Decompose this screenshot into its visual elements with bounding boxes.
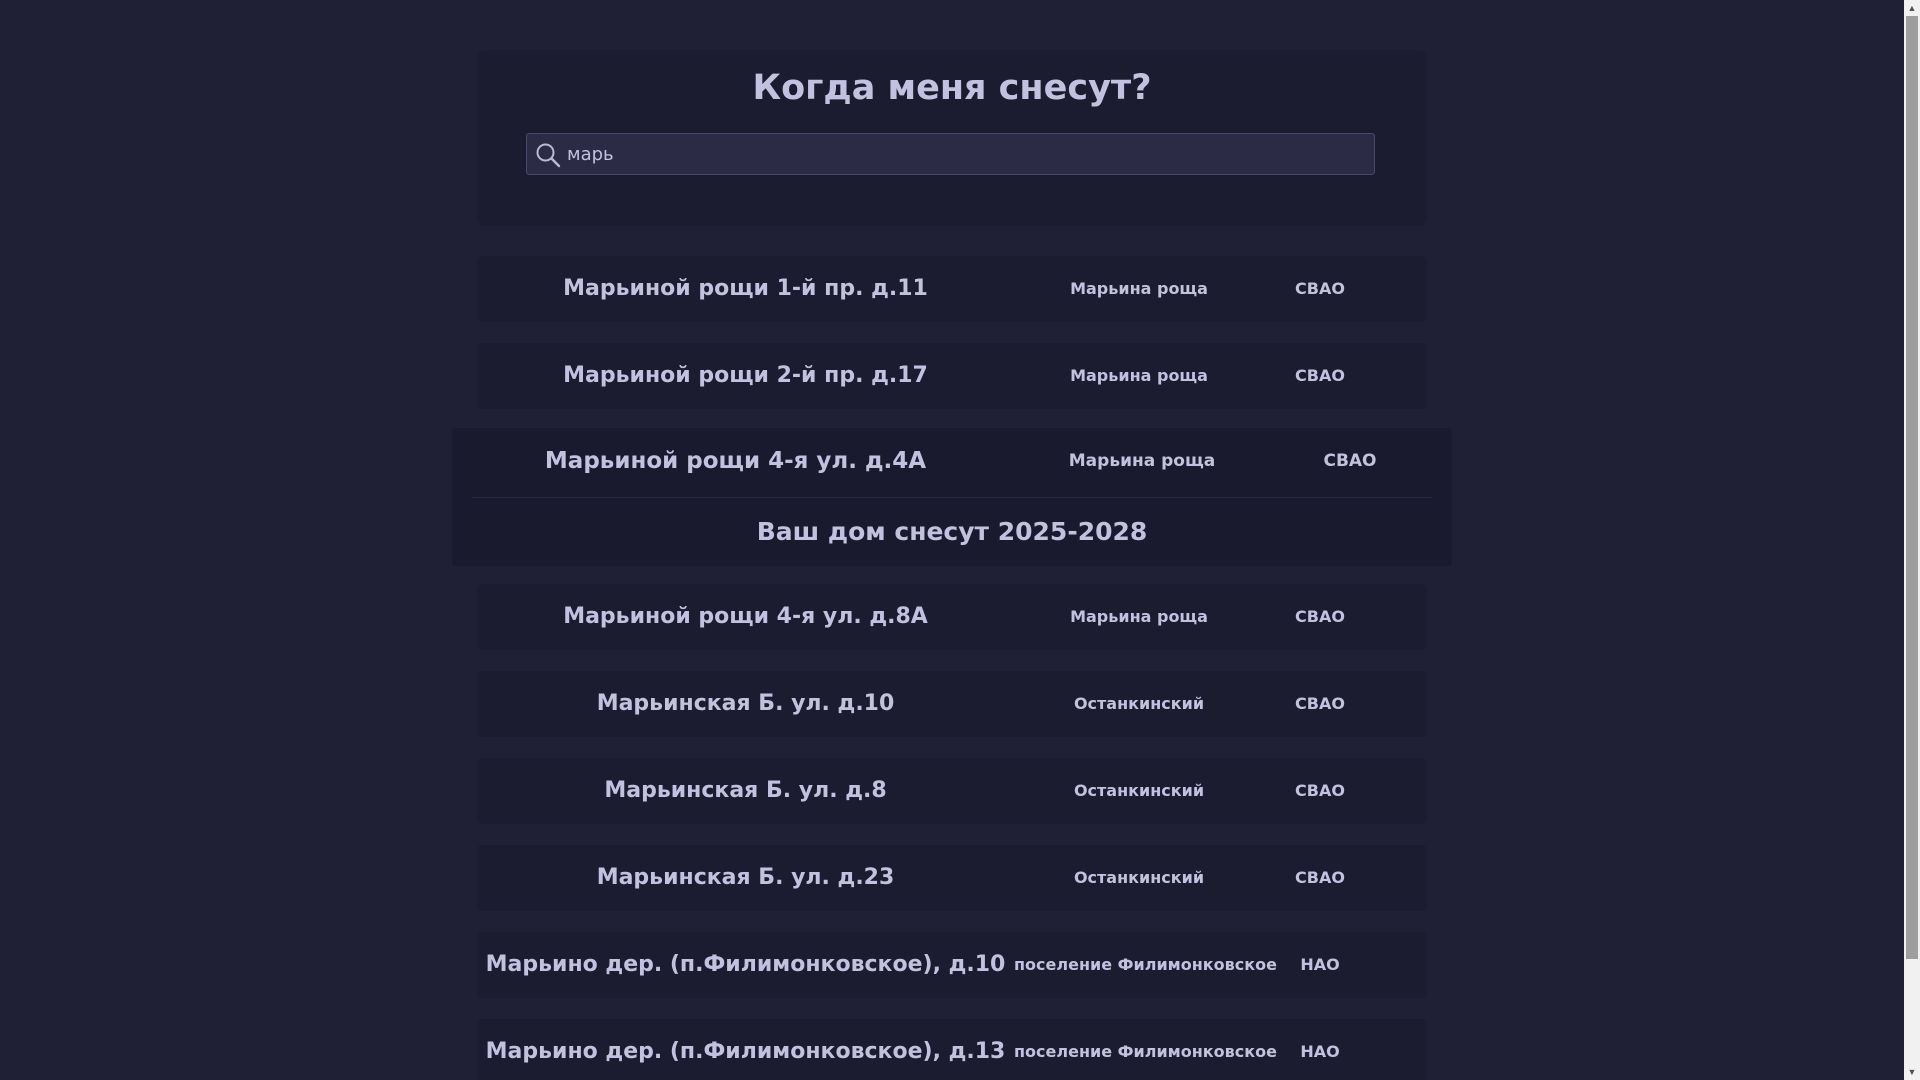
address-cell: Марьинская Б. ул. д.10 <box>596 691 895 716</box>
district-cell: Марьина роща <box>1068 451 1216 471</box>
district-cell: поселение Филимонковское <box>1014 1042 1277 1061</box>
address-cell: Марьино дер. (п.Филимонковское), д.10 <box>485 952 1006 977</box>
okrug-cell: СВАО <box>1295 366 1345 385</box>
result-row[interactable]: Марьиной рощи 1-й пр. д.11 Марьина роща … <box>477 256 1427 322</box>
search-icon <box>536 143 561 168</box>
okrug-cell: СВАО <box>1323 451 1377 471</box>
district-cell: Марьина роща <box>1070 607 1208 626</box>
okrug-cell: СВАО <box>1295 607 1345 626</box>
district-cell: Марьина роща <box>1070 366 1208 385</box>
address-cell: Марьиной рощи 2-й пр. д.17 <box>563 363 928 388</box>
scrollbar-thumb[interactable] <box>1906 16 1918 959</box>
scroll-up-icon[interactable]: ▲ <box>1904 0 1920 16</box>
result-row[interactable]: Марьино дер. (п.Филимонковское), д.10 по… <box>477 932 1427 998</box>
result-row[interactable]: Марьино дер. (п.Филимонковское), д.13 по… <box>477 1019 1427 1080</box>
okrug-cell: СВАО <box>1295 279 1345 298</box>
result-row[interactable]: Марьиной рощи 4-я ул. д.8А Марьина роща … <box>477 584 1427 650</box>
search-header-card: Когда меня снесут? <box>477 50 1427 226</box>
result-row[interactable]: Марьинская Б. ул. д.10 Останкинский СВАО <box>477 671 1427 737</box>
result-row[interactable]: Марьинская Б. ул. д.23 Останкинский СВАО <box>477 845 1427 911</box>
search-box[interactable] <box>526 133 1375 175</box>
address-cell: Марьиной рощи 4-я ул. д.4А <box>544 448 927 474</box>
district-cell: Останкинский <box>1073 868 1205 887</box>
demolition-period-text: Ваш дом снесут 2025-2028 <box>756 517 1148 546</box>
okrug-cell: СВАО <box>1295 781 1345 800</box>
scroll-down-icon[interactable]: ▼ <box>1904 1064 1920 1080</box>
okrug-cell: НАО <box>1300 955 1340 974</box>
page-title: Когда меня снесут? <box>752 68 1152 108</box>
address-cell: Марьиной рощи 1-й пр. д.11 <box>563 276 928 301</box>
search-input[interactable] <box>567 134 1367 174</box>
vertical-scrollbar[interactable]: ▲ ▼ <box>1904 0 1920 1080</box>
address-cell: Марьино дер. (п.Филимонковское), д.13 <box>485 1039 1006 1064</box>
district-cell: Останкинский <box>1073 694 1205 713</box>
okrug-cell: НАО <box>1300 1042 1340 1061</box>
result-row[interactable]: Марьиной рощи 2-й пр. д.17 Марьина роща … <box>477 343 1427 409</box>
district-cell: Останкинский <box>1073 781 1205 800</box>
district-cell: поселение Филимонковское <box>1014 955 1277 974</box>
address-cell: Марьинская Б. ул. д.23 <box>596 865 895 890</box>
okrug-cell: СВАО <box>1295 868 1345 887</box>
district-cell: Марьина роща <box>1070 279 1208 298</box>
okrug-cell: СВАО <box>1295 694 1345 713</box>
result-row[interactable]: Марьинская Б. ул. д.8 Останкинский СВАО <box>477 758 1427 824</box>
address-cell: Марьинская Б. ул. д.8 <box>604 778 887 803</box>
address-cell: Марьиной рощи 4-я ул. д.8А <box>563 604 928 629</box>
page: Когда меня снесут? Марьиной рощи 1-й пр.… <box>0 0 1904 1080</box>
result-row-expanded[interactable]: Марьиной рощи 4-я ул. д.4А Марьина роща … <box>452 428 1452 566</box>
